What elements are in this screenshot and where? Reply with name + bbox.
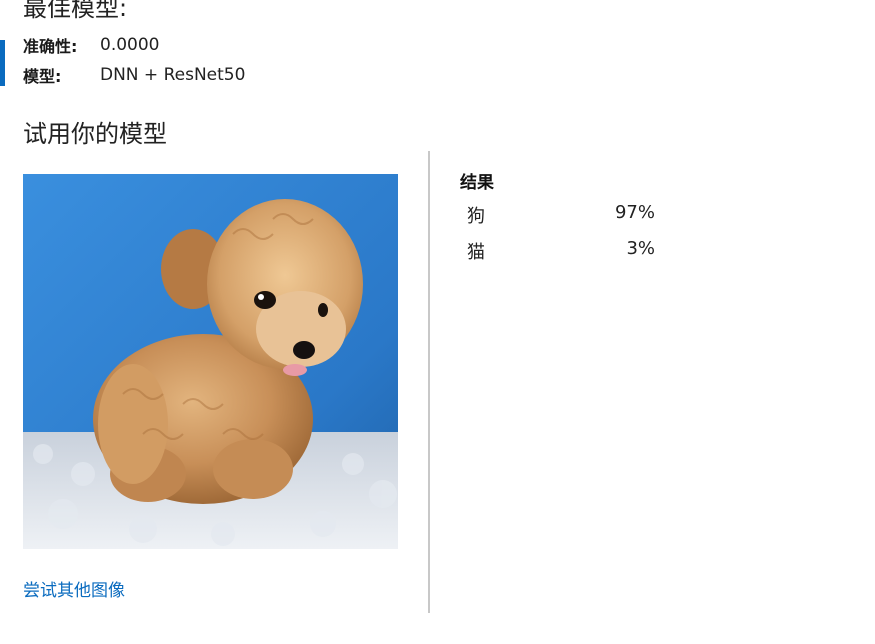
result-value: 97% [614,202,655,223]
best-model-title: 最佳模型: [23,0,128,22]
accuracy-label: 准确性: [23,37,78,56]
result-label: 狗 [467,206,485,227]
active-section-indicator [0,40,5,86]
try-other-image-link[interactable]: 尝试其他图像 [23,576,125,601]
uploaded-image [23,174,398,549]
results-heading: 结果 [460,173,494,193]
column-divider [428,151,430,613]
accuracy-value: 0.0000 [100,35,160,55]
result-label: 猫 [467,242,485,263]
model-value: DNN + ResNet50 [100,65,246,85]
accuracy-row: 准确性: 0.0000 [23,33,159,57]
try-model-title: 试用你的模型 [23,120,167,148]
model-results-page: 最佳模型: 准确性: 0.0000 模型: DNN + ResNet50 试用你… [0,0,875,644]
result-value: 3% [626,238,655,259]
result-row-dog: 狗 97% [467,202,667,228]
model-label: 模型: [23,67,62,86]
model-row: 模型: DNN + ResNet50 [23,63,245,87]
result-row-cat: 猫 3% [467,238,667,264]
puppy-photo-icon [23,174,398,549]
